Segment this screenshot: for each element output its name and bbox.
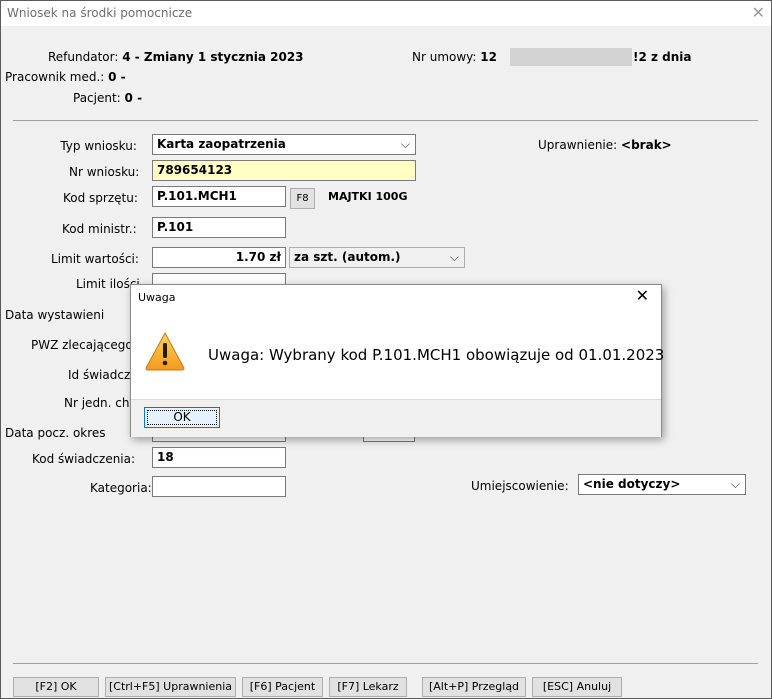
umiejscowienie-value: <nie dotyczy> — [583, 477, 681, 491]
anuluj-button[interactable]: [ESC] Anuluj — [532, 677, 622, 697]
redacted-block — [510, 48, 632, 66]
nr-umowy-prefix: 12 — [480, 50, 497, 64]
pacjent-value: 0 - — [124, 91, 143, 105]
refundator-row: Refundator: 4 - Zmiany 1 stycznia 2023 — [48, 50, 304, 64]
przeglad-button[interactable]: [Alt+P] Przegląd — [422, 677, 526, 697]
nr-wniosku-input[interactable]: 789654123 — [152, 160, 416, 181]
kategoria-input[interactable] — [152, 476, 286, 497]
limit-mode-select[interactable]: za szt. (autom.) ⌵ — [289, 247, 465, 268]
uprawnienie-row: Uprawnienie: <brak> — [538, 138, 672, 152]
separator — [13, 120, 758, 121]
data-pocz-label: Data pocz. okres — [5, 426, 106, 440]
umiejscowienie-label: Umiejscowienie: — [471, 479, 569, 493]
kategoria-label: Kategoria: — [90, 481, 152, 495]
main-window: Wniosek na środki pomocnicze ✕ Refundato… — [0, 0, 772, 699]
close-icon[interactable]: ✕ — [636, 286, 649, 305]
limit-wartosci-input[interactable]: 1.70 zł — [152, 247, 286, 268]
refundator-value: 4 - Zmiany 1 stycznia 2023 — [122, 50, 304, 64]
uprawnienie-value: <brak> — [621, 138, 672, 152]
nr-umowy-label: Nr umowy: — [412, 50, 477, 64]
lekarz-button[interactable]: [F7] Lekarz — [329, 677, 407, 697]
nr-umowy-row: Nr umowy: 12 — [412, 50, 497, 64]
chevron-down-icon: ⌵ — [730, 477, 740, 491]
window-title: Wniosek na środki pomocnicze — [7, 6, 193, 20]
kod-sprzetu-label: Kod sprzętu: — [63, 191, 138, 205]
ok-button[interactable]: OK — [144, 407, 220, 428]
limit-mode-value: za szt. (autom.) — [294, 250, 401, 264]
typ-wniosku-label: TTyp wniosku: — [60, 139, 137, 153]
kod-ministr-label: Kod ministr.: — [62, 222, 137, 236]
umiejscowienie-select[interactable]: <nie dotyczy> ⌵ — [578, 474, 746, 495]
data-wystawienia-label: Data wystawieni — [5, 308, 105, 322]
pracownik-value: 0 - — [108, 70, 126, 84]
dialog-title: Uwaga — [138, 291, 176, 304]
kod-sprzetu-input[interactable]: P.101.MCH1 — [152, 186, 286, 207]
pracownik-label: Pracownik med.: — [5, 70, 105, 84]
title-bar: Wniosek na środki pomocnicze ✕ — [1, 1, 771, 26]
limit-wartosci-label: Limit wartości: — [51, 252, 139, 266]
pwz-label: PWZ zlecającego — [31, 338, 133, 352]
nr-wniosku-label: Nr wniosku: — [69, 165, 140, 179]
uprawnienia-button[interactable]: [Ctrl+F5] Uprawnienia — [105, 677, 236, 697]
chevron-down-icon: ⌵ — [400, 137, 410, 151]
kod-swiadczenia-label: Kod świadczenia: — [32, 452, 136, 466]
warning-icon — [145, 331, 185, 371]
pacjent-row: Pacjent: 0 - — [73, 91, 142, 105]
typ-wniosku-value: Karta zaopatrzenia — [157, 137, 286, 151]
refundator-label: Refundator: — [48, 50, 119, 64]
typ-wniosku-select[interactable]: Karta zaopatrzenia ⌵ — [152, 134, 416, 155]
f2-ok-button[interactable]: [F2] OK — [13, 677, 99, 697]
pacjent-label: Pacjent: — [73, 91, 121, 105]
dialog-message: Uwaga: Wybrany kod P.101.MCH1 obowiązuje… — [208, 346, 665, 364]
dialog-footer: OK — [131, 399, 661, 437]
warning-dialog: Uwaga ✕ Uwaga: Wybrany kod P.101.MCH1 ob… — [130, 284, 665, 437]
kod-ministr-input[interactable]: P.101 — [152, 217, 286, 238]
f8-lookup-button[interactable]: F8 — [290, 188, 315, 209]
bottom-separator — [13, 663, 758, 664]
pacjent-button[interactable]: [F6] Pacjent — [242, 677, 323, 697]
pracownik-row: Pracownik med.: 0 - — [5, 70, 126, 84]
chevron-down-icon: ⌵ — [449, 250, 459, 264]
uprawnienie-label: Uprawnienie: — [538, 138, 618, 152]
kod-swiadczenia-input[interactable]: 18 — [152, 447, 286, 468]
sprzet-name: MAJTKI 100G — [328, 190, 408, 203]
close-icon[interactable]: ✕ — [752, 3, 765, 22]
typ-wniosku-label-text: Typ wniosku: — [60, 139, 137, 153]
nr-umowy-suffix: !2 z dnia — [633, 50, 692, 64]
id-swiadcz-label: Id świadcz — [68, 368, 131, 382]
